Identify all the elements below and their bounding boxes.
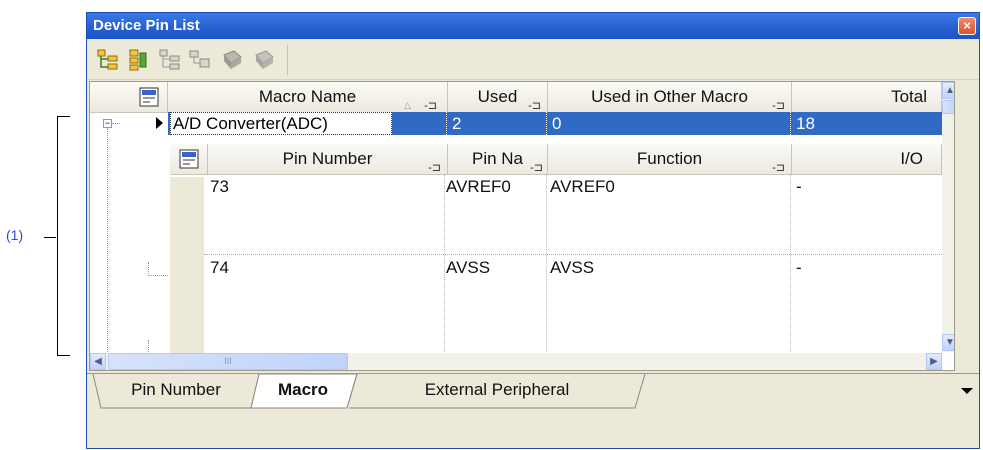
chip-view-alt-icon[interactable] <box>251 47 277 73</box>
pin-column-icon[interactable]: -⊐ <box>428 153 441 183</box>
pin-column-icon[interactable]: -⊐ <box>772 153 785 183</box>
tab-macro[interactable]: Macro <box>259 374 347 408</box>
io-cell: - <box>796 177 802 196</box>
toolbar <box>87 39 979 80</box>
column-header-pin-name[interactable]: Pin Na -⊐ <box>448 144 548 174</box>
vertical-scrollbar[interactable]: ▲ ▼ <box>942 82 954 352</box>
column-header-used-in-other-macro[interactable]: Used in Other Macro -⊐ <box>548 82 792 112</box>
tab-pin-number[interactable]: Pin Number <box>101 374 251 408</box>
macro-grid: Macro Name △ -⊐ Used -⊐ Used in Other Ma… <box>89 81 955 371</box>
column-header-macro-name[interactable]: Macro Name △ -⊐ <box>168 82 448 112</box>
used-cell: 2 <box>452 114 462 133</box>
tab-bar: Pin Number Macro External Peripheral <box>87 373 979 412</box>
column-divider <box>546 174 547 352</box>
column-header-function[interactable]: Function -⊐ <box>548 144 792 174</box>
column-header-total[interactable]: Total <box>792 82 942 112</box>
macro-name-cell[interactable]: A/D Converter(ADC) <box>170 112 392 135</box>
tree-line <box>148 340 149 354</box>
row-header-gutter <box>170 177 204 370</box>
close-icon[interactable]: × <box>958 17 976 35</box>
column-label: I/O <box>900 149 923 168</box>
collapse-all-icon[interactable] <box>125 47 151 73</box>
collapse-toggle-icon[interactable]: − <box>103 119 112 128</box>
callout-label: (1) <box>6 227 24 243</box>
scroll-up-icon[interactable]: ▲ <box>942 82 954 99</box>
row-divider <box>204 254 942 256</box>
vertical-scroll-thumb[interactable] <box>942 100 954 114</box>
tab-external-peripheral[interactable]: External Peripheral <box>357 374 637 408</box>
tree-line <box>148 275 168 276</box>
column-label: Pin Na <box>471 149 524 168</box>
device-pin-list-panel: Device Pin List × Macro Name △ -⊐ Used -… <box>86 12 980 449</box>
tree-line <box>107 128 108 352</box>
cell-divider <box>446 112 447 135</box>
hide-unused-icon[interactable] <box>187 47 213 73</box>
horizontal-scrollbar[interactable]: ◀ III ▶ <box>90 353 942 370</box>
chip-view-icon[interactable] <box>219 47 245 73</box>
column-header-io[interactable]: I/O <box>792 144 942 174</box>
tree-line <box>112 123 120 124</box>
column-label: Used in Other Macro <box>591 87 748 106</box>
pin-number-cell: 74 <box>210 258 229 277</box>
scroll-left-icon[interactable]: ◀ <box>90 353 106 370</box>
macro-table-header: Macro Name △ -⊐ Used -⊐ Used in Other Ma… <box>90 82 942 113</box>
column-label: Total <box>891 87 927 106</box>
pin-name-cell: AVREF0 <box>446 177 511 196</box>
pin-name-cell: AVSS <box>446 258 491 277</box>
pin-table-header: Pin Number -⊐ Pin Na -⊐ Function -⊐ I/O <box>170 144 942 175</box>
column-chooser-icon[interactable] <box>170 144 208 174</box>
tree-line <box>148 262 149 276</box>
current-row-indicator-icon <box>156 117 163 129</box>
column-label: Function <box>636 149 703 168</box>
panel-title: Device Pin List <box>93 17 200 34</box>
title-bar[interactable]: Device Pin List × <box>87 13 979 39</box>
used-in-other-cell: 0 <box>552 114 562 133</box>
io-cell: - <box>796 258 802 277</box>
function-cell: AVSS <box>550 258 595 277</box>
total-cell: 18 <box>796 114 815 133</box>
column-label: Macro Name <box>258 87 357 106</box>
callout-bracket <box>57 116 70 356</box>
horizontal-scroll-thumb[interactable]: III <box>108 353 348 370</box>
callout-leader-line <box>44 237 56 238</box>
column-header-used[interactable]: Used -⊐ <box>448 82 548 112</box>
pin-number-cell: 73 <box>210 177 229 196</box>
column-label: Used <box>477 87 518 106</box>
column-label: Pin Number <box>282 149 373 168</box>
show-used-icon[interactable] <box>157 47 183 73</box>
toolbar-separator <box>287 45 288 75</box>
scroll-right-icon[interactable]: ▶ <box>926 353 942 370</box>
column-divider <box>790 174 791 352</box>
expand-all-icon[interactable] <box>95 47 121 73</box>
tab-list-dropdown-icon[interactable] <box>961 388 973 394</box>
column-divider <box>444 174 445 352</box>
column-chooser-icon[interactable] <box>130 82 168 112</box>
function-cell: AVREF0 <box>550 177 615 196</box>
scroll-down-icon[interactable]: ▼ <box>942 334 954 351</box>
column-header-pin-number[interactable]: Pin Number -⊐ <box>208 144 448 174</box>
pin-column-icon[interactable]: -⊐ <box>530 153 543 183</box>
cell-divider <box>790 112 791 135</box>
cell-divider <box>546 112 547 135</box>
